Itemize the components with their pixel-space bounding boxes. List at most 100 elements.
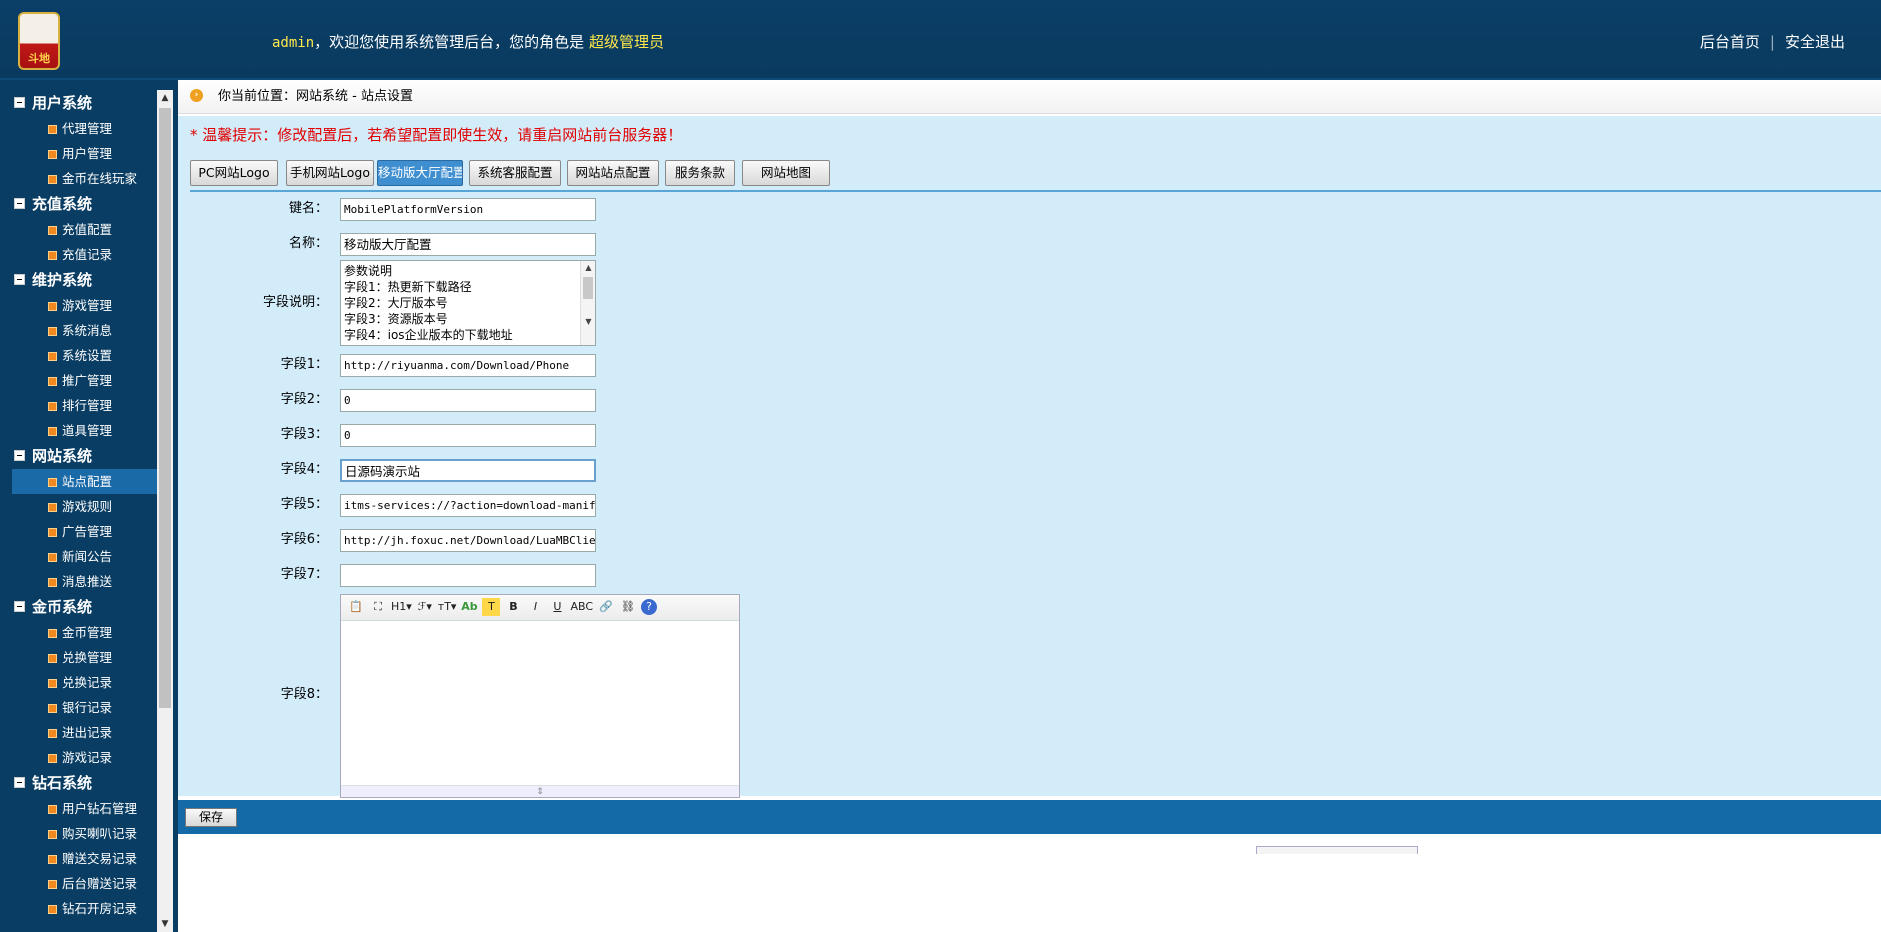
sidebar-item[interactable]: 代理管理: [12, 116, 157, 141]
sidebar-item[interactable]: 兑换管理: [12, 645, 157, 670]
tab[interactable]: 系统客服配置: [469, 160, 561, 186]
help-icon[interactable]: ?: [641, 599, 658, 615]
field-input[interactable]: http://riyuanma.com/Download/Phone: [340, 354, 596, 377]
tab[interactable]: 网站地图: [742, 160, 830, 186]
font-size-icon[interactable]: тT▾: [438, 598, 457, 616]
rich-text-editor[interactable]: 📋 ⛶ H1▾ ℱ▾ тT▾ Ab T B I U ABC 🔗 ⛓? ⇕: [340, 594, 740, 798]
sidebar-item[interactable]: 推广管理: [12, 368, 157, 393]
field-label: 字段3：: [280, 427, 328, 442]
key-input[interactable]: MobilePlatformVersion: [340, 198, 596, 221]
desc-line: 字段3：资源版本号: [344, 312, 448, 326]
field-input[interactable]: http://jh.foxuc.net/Download/LuaMBClient…: [340, 529, 596, 552]
sidebar-item[interactable]: 消息推送: [12, 569, 157, 594]
field-label: 字段7：: [280, 567, 328, 582]
sidebar-item[interactable]: 后台赠送记录: [12, 871, 157, 896]
editor-toolbar: 📋 ⛶ H1▾ ℱ▾ тT▾ Ab T B I U ABC 🔗 ⛓?: [341, 595, 739, 621]
separator: |: [1769, 33, 1775, 51]
collapse-icon[interactable]: [14, 198, 25, 209]
field-input[interactable]: itms-services://?action=download-manifes…: [340, 494, 596, 517]
collapse-icon[interactable]: [14, 97, 25, 108]
desc-line: 字段2：大厅版本号: [344, 296, 448, 310]
sidebar-group-maint[interactable]: 维护系统: [12, 267, 157, 293]
scroll-up-icon[interactable]: ▲: [581, 261, 595, 275]
sidebar-item[interactable]: 道具管理: [12, 418, 157, 443]
scroll-up-icon[interactable]: ▲: [157, 90, 173, 106]
desc-textarea[interactable]: 参数说明 字段1：热更新下载路径 字段2：大厅版本号 字段3：资源版本号 字段4：ios…: [340, 260, 596, 346]
resize-handle[interactable]: ⇕: [341, 785, 739, 797]
scroll-thumb[interactable]: [583, 277, 593, 299]
sidebar-item[interactable]: 充值配置: [12, 217, 157, 242]
sidebar-group-gold[interactable]: 金币系统: [12, 594, 157, 620]
underline-icon[interactable]: U: [548, 598, 566, 616]
tab[interactable]: 网站站点配置: [567, 160, 659, 186]
sidebar-item[interactable]: 游戏记录: [12, 745, 157, 770]
field-label: 字段1：: [280, 357, 328, 372]
italic-icon[interactable]: I: [526, 598, 544, 616]
role-name: 超级管理员: [588, 33, 664, 51]
tab[interactable]: 移动版大厅配置: [377, 160, 463, 186]
field-input[interactable]: 日源码演示站: [340, 459, 596, 482]
warning-tip: * 温馨提示：修改配置后，若希望配置即使生效，请重启网站前台服务器！: [190, 126, 683, 144]
sidebar-group-site[interactable]: 网站系统: [12, 443, 157, 469]
link-icon[interactable]: 🔗: [597, 598, 615, 616]
sidebar-item[interactable]: 排行管理: [12, 393, 157, 418]
sidebar-item[interactable]: 银行记录: [12, 695, 157, 720]
scroll-down-icon[interactable]: ▼: [581, 315, 595, 329]
tab[interactable]: PC网站Logo: [190, 160, 278, 186]
sidebar-item[interactable]: 游戏规则: [12, 494, 157, 519]
tab[interactable]: 服务条款: [665, 160, 735, 186]
key-label: 键名：: [288, 201, 328, 216]
sidebar-item[interactable]: 金币在线玩家: [12, 166, 157, 191]
bold-icon[interactable]: B: [504, 598, 522, 616]
field-label: 字段4：: [280, 462, 328, 477]
sidebar-item[interactable]: 新闻公告: [12, 544, 157, 569]
sidebar-item[interactable]: 金币管理: [12, 620, 157, 645]
field8-label: 字段8：: [280, 687, 328, 702]
collapse-icon[interactable]: [14, 777, 25, 788]
field-label: 字段5：: [280, 497, 328, 512]
sidebar: 用户系统 代理管理 用户管理 金币在线玩家 充值系统 充值配置 充值记录 维护系统 游戏管理 系统…: [12, 90, 157, 932]
sidebar-item[interactable]: 赠送交易记录: [12, 846, 157, 871]
collapse-icon[interactable]: [14, 601, 25, 612]
sidebar-group-diamond[interactable]: 钻石系统: [12, 770, 157, 796]
collapse-icon[interactable]: [14, 450, 25, 461]
home-link[interactable]: 后台首页: [1700, 33, 1760, 51]
logout-link[interactable]: 安全退出: [1785, 33, 1845, 51]
sidebar-item[interactable]: 系统消息: [12, 318, 157, 343]
sidebar-group-recharge[interactable]: 充值系统: [12, 191, 157, 217]
desc-line: 字段4：ios企业版本的下载地址: [344, 328, 513, 342]
save-button[interactable]: 保存: [185, 808, 237, 827]
sidebar-item[interactable]: 用户钻石管理: [12, 796, 157, 821]
sidebar-item[interactable]: 进出记录: [12, 720, 157, 745]
sidebar-item[interactable]: 钻石开房记录: [12, 896, 157, 921]
field-input[interactable]: 0: [340, 424, 596, 447]
name-input[interactable]: 移动版大厅配置: [340, 233, 596, 256]
sidebar-group-user[interactable]: 用户系统: [12, 90, 157, 116]
name-label: 名称：: [288, 236, 328, 251]
sidebar-item[interactable]: 游戏管理: [12, 293, 157, 318]
paste-icon[interactable]: 📋: [347, 598, 365, 616]
textarea-scrollbar[interactable]: ▲ ▼: [580, 261, 595, 345]
heading-icon[interactable]: H1▾: [391, 598, 412, 616]
sidebar-item[interactable]: 充值记录: [12, 242, 157, 267]
sidebar-item[interactable]: 系统设置: [12, 343, 157, 368]
fullscreen-icon[interactable]: ⛶: [369, 598, 387, 616]
sidebar-item[interactable]: 兑换记录: [12, 670, 157, 695]
field-input[interactable]: 0: [340, 389, 596, 412]
highlight-icon[interactable]: T: [482, 598, 501, 616]
username: admin: [272, 35, 315, 51]
sidebar-item[interactable]: 购买喇叭记录: [12, 821, 157, 846]
font-icon[interactable]: ℱ▾: [416, 598, 434, 616]
strikethrough-icon[interactable]: ABC: [570, 598, 593, 616]
scroll-thumb[interactable]: [159, 108, 171, 708]
field-input[interactable]: [340, 564, 596, 587]
unlink-icon[interactable]: ⛓: [619, 598, 637, 616]
scroll-down-icon[interactable]: ▼: [157, 916, 173, 932]
tab[interactable]: 手机网站Logo: [286, 160, 374, 186]
sidebar-item[interactable]: 广告管理: [12, 519, 157, 544]
collapse-icon[interactable]: [14, 274, 25, 285]
font-color-icon[interactable]: Ab: [460, 598, 478, 616]
sidebar-scrollbar[interactable]: ▲ ▼: [157, 90, 173, 932]
sidebar-item[interactable]: 站点配置: [12, 469, 157, 494]
sidebar-item[interactable]: 用户管理: [12, 141, 157, 166]
